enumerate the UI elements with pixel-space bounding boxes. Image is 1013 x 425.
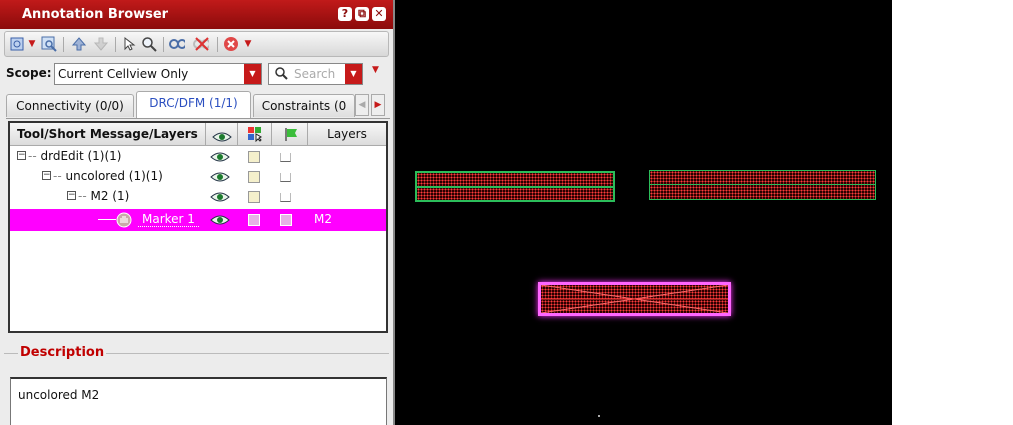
color-checkbox[interactable] xyxy=(248,171,260,183)
right-margin xyxy=(892,0,1013,425)
column-header-layers[interactable]: Layers xyxy=(308,123,386,145)
column-header-visibility[interactable] xyxy=(206,123,238,145)
help-button[interactable]: ? xyxy=(338,7,352,21)
marker-hand-icon xyxy=(116,212,132,231)
down-level-icon[interactable] xyxy=(93,36,109,52)
tab-scroll-left-icon[interactable]: ◀ xyxy=(355,94,369,116)
layout-canvas[interactable] xyxy=(395,0,892,425)
tree-row-label: Marker 1 xyxy=(138,212,199,227)
drc-marker-shape[interactable] xyxy=(538,282,731,316)
column-header-message[interactable]: Tool/Short Message/Layers xyxy=(10,123,206,145)
zoom-icon[interactable] xyxy=(141,36,157,52)
close-button[interactable]: ✕ xyxy=(372,7,386,21)
tab-bar: Connectivity (0/0) DRC/DFM (1/1) Constra… xyxy=(6,91,390,119)
description-text: uncolored M2 xyxy=(18,388,100,402)
color-checkbox[interactable] xyxy=(248,191,260,203)
tree-row-drdedit[interactable]: − -- drdEdit (1)(1) xyxy=(10,147,386,167)
annotation-browser-panel: Annotation Browser ? ⧉ ✕ ▼ ▼ Scope: Curr… xyxy=(0,0,393,425)
tab-connectivity[interactable]: Connectivity (0/0) xyxy=(6,94,134,117)
delete-icon[interactable] xyxy=(223,36,239,52)
up-level-icon[interactable] xyxy=(71,36,87,52)
link-icon[interactable] xyxy=(169,36,185,52)
scope-row: Scope: Current Cellview Only ▼ Search ▼ … xyxy=(0,60,393,88)
flag-checkbox[interactable] xyxy=(280,153,291,162)
annotation-tree[interactable]: Tool/Short Message/Layers Layers − -- dr… xyxy=(8,121,388,333)
search-icon xyxy=(274,64,288,89)
search-placeholder: Search xyxy=(294,67,336,81)
scope-select[interactable]: Current Cellview Only ▼ xyxy=(54,63,262,85)
scope-value: Current Cellview Only xyxy=(58,67,189,81)
chevron-down-icon[interactable]: ▼ xyxy=(244,64,261,84)
visibility-eye-icon[interactable] xyxy=(210,191,230,202)
options-arrow-icon[interactable]: ▼ xyxy=(372,65,379,75)
visibility-eye-icon[interactable] xyxy=(210,214,230,225)
dropdown-arrow-icon[interactable]: ▼ xyxy=(27,36,37,52)
marker-cross-icon xyxy=(541,285,728,313)
float-button[interactable]: ⧉ xyxy=(355,7,369,21)
window-titlebar[interactable]: Annotation Browser ? ⧉ ✕ xyxy=(0,0,393,29)
visibility-eye-icon[interactable] xyxy=(210,151,230,162)
scope-label: Scope: xyxy=(6,66,52,80)
color-checkbox[interactable] xyxy=(248,151,260,163)
description-box[interactable]: uncolored M2 xyxy=(10,377,387,425)
m2-shape-left[interactable] xyxy=(415,171,615,202)
unlink-icon[interactable] xyxy=(193,36,209,52)
description-panel: Description uncolored M2 xyxy=(4,339,389,425)
pointer-icon[interactable] xyxy=(121,36,137,52)
collapse-icon[interactable]: − xyxy=(42,171,51,180)
flag-checkbox[interactable] xyxy=(280,214,292,226)
flag-checkbox[interactable] xyxy=(280,173,291,182)
window-title: Annotation Browser xyxy=(22,7,169,22)
collapse-icon[interactable]: − xyxy=(67,191,76,200)
tree-row-label: -- uncolored (1)(1) xyxy=(53,169,163,183)
tree-row-uncolored[interactable]: − -- uncolored (1)(1) xyxy=(10,167,386,187)
tab-drc-dfm[interactable]: DRC/DFM (1/1) xyxy=(136,91,251,118)
color-checkbox[interactable] xyxy=(248,214,260,226)
tree-row-m2[interactable]: − -- M2 (1) xyxy=(10,187,386,207)
tree-row-marker-1[interactable]: Marker 1 M2 xyxy=(10,209,386,231)
color-select-icon xyxy=(247,126,263,149)
visibility-eye-icon[interactable] xyxy=(210,171,230,182)
flag-checkbox[interactable] xyxy=(280,193,291,202)
select-cellview-icon[interactable] xyxy=(9,36,25,52)
description-title: Description xyxy=(18,345,107,360)
m2-shape-right[interactable] xyxy=(649,170,876,200)
zoom-fit-icon[interactable] xyxy=(41,36,57,52)
tree-row-layers: M2 xyxy=(314,212,332,226)
tab-scroll-right-icon[interactable]: ▶ xyxy=(371,94,385,116)
flag-icon xyxy=(284,127,300,149)
search-input[interactable]: Search ▼ xyxy=(268,63,363,85)
chevron-down-icon[interactable]: ▼ xyxy=(345,64,362,84)
dropdown-arrow-icon[interactable]: ▼ xyxy=(243,36,253,52)
tab-constraints[interactable]: Constraints (0 xyxy=(253,94,355,117)
annotation-toolbar: ▼ ▼ xyxy=(4,31,389,57)
tree-row-label: -- M2 (1) xyxy=(78,189,130,203)
collapse-icon[interactable]: − xyxy=(17,151,26,160)
tree-header: Tool/Short Message/Layers Layers xyxy=(10,123,386,146)
column-header-flag[interactable] xyxy=(272,123,308,145)
column-header-color[interactable] xyxy=(238,123,272,145)
tree-row-label: -- drdEdit (1)(1) xyxy=(28,149,122,163)
